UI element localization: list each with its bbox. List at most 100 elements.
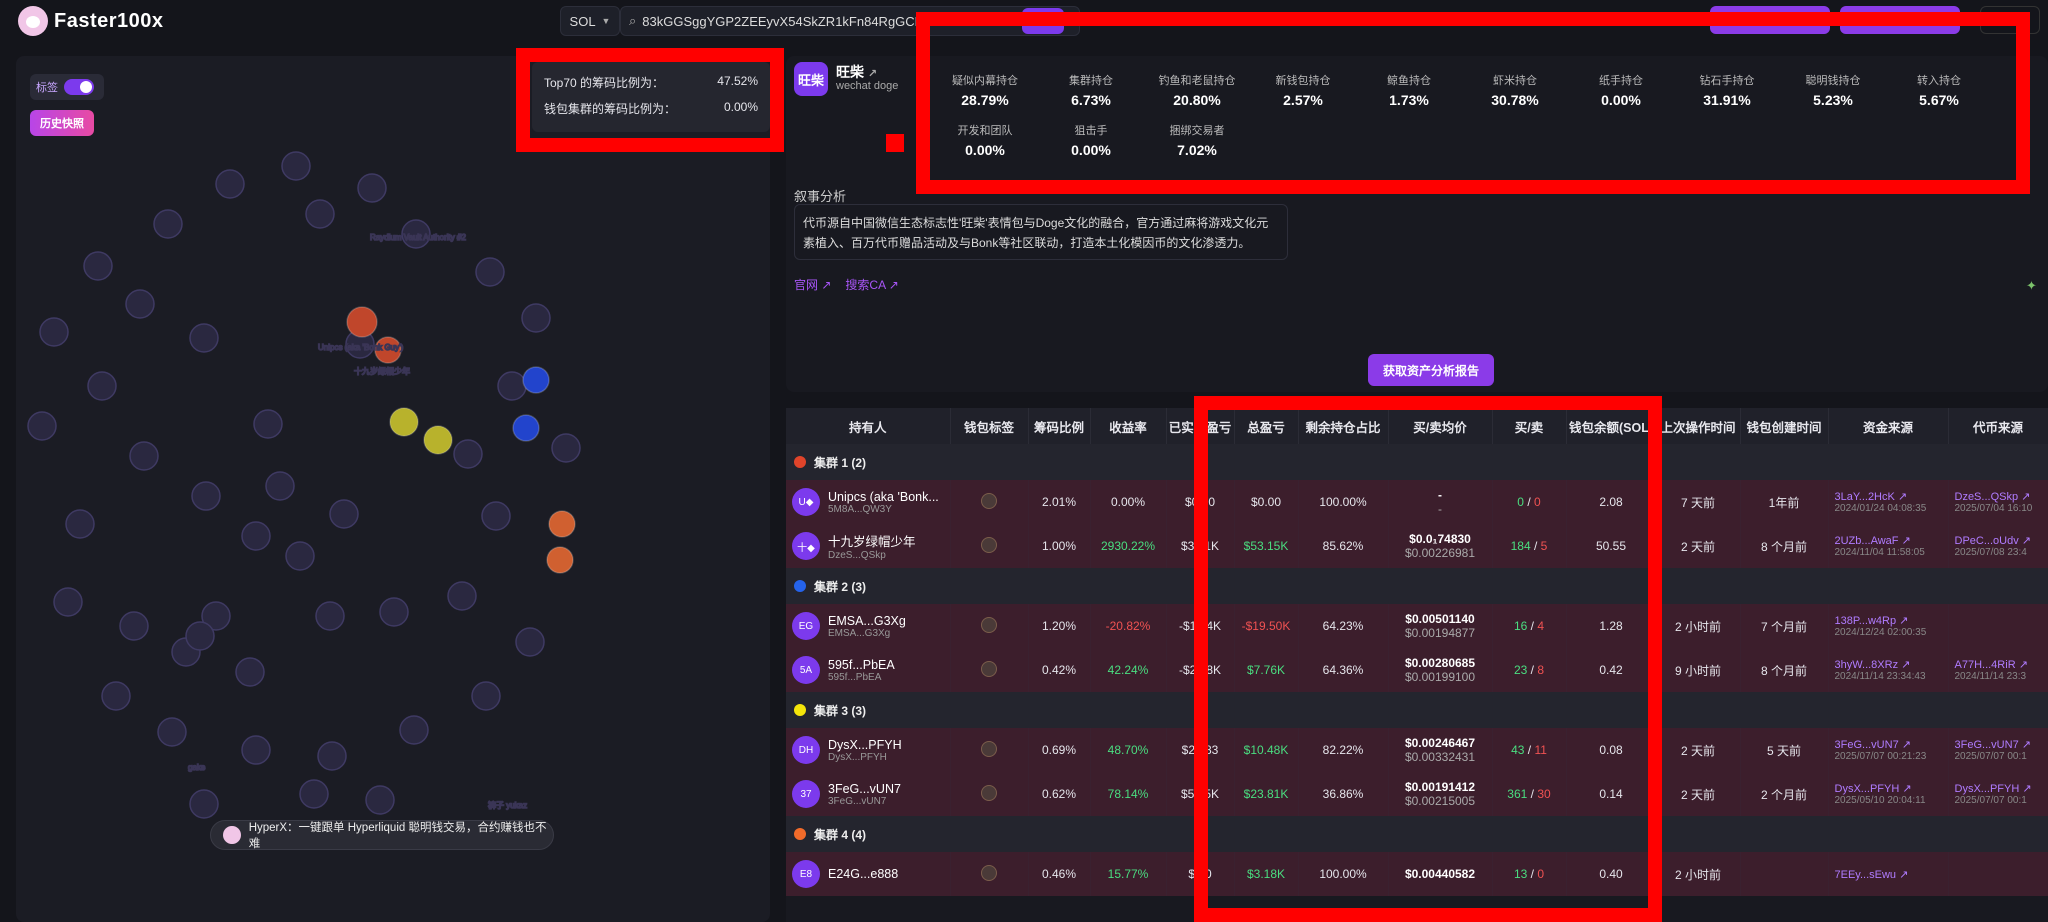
holder-name[interactable]: 3FeG...vUN7 [828, 782, 901, 796]
wallet-tag-icon [981, 616, 997, 633]
label-toggle[interactable]: 标签 [30, 74, 104, 100]
wallet-bubble[interactable] [521, 303, 551, 333]
cluster-bubble[interactable] [423, 425, 453, 455]
holder-avatar: E8 [792, 860, 820, 888]
wallet-bubble[interactable] [241, 735, 271, 765]
wallet-bubble[interactable] [39, 317, 69, 347]
hyperx-logo-icon [223, 826, 241, 844]
column-header[interactable]: 筹码比例 [1028, 408, 1091, 444]
wallet-bubble[interactable] [191, 481, 221, 511]
wallet-bubble[interactable] [365, 785, 395, 815]
holder-name[interactable]: 十九岁绿帽少年 [828, 531, 916, 550]
search-ca-link[interactable]: 搜索CA ↗ [845, 276, 898, 293]
wallet-bubble[interactable] [317, 741, 347, 771]
wallet-bubble[interactable] [83, 251, 113, 281]
column-header[interactable]: 上次操作时间 [1656, 408, 1741, 444]
chip-ratio-cell: 0.46% [1028, 852, 1091, 896]
wallet-bubble[interactable] [265, 471, 295, 501]
cluster-bubble[interactable] [512, 414, 540, 442]
cluster-bubble[interactable] [546, 546, 574, 574]
holder-address[interactable]: DysX...PFYH [828, 752, 902, 763]
history-snapshot-button[interactable]: 历史快照 [30, 110, 94, 136]
roi-cell: 0.00% [1090, 480, 1167, 524]
wallet-bubble[interactable] [379, 597, 409, 627]
wallet-tag-icon [981, 864, 997, 881]
cluster-bubble[interactable] [522, 366, 550, 394]
wallet-bubble[interactable] [315, 601, 345, 631]
wallet-bubble[interactable] [27, 411, 57, 441]
wallet-bubble[interactable] [299, 779, 329, 809]
token-source-cell: DysX...PFYH ↗ 2025/07/07 00:1 [1948, 772, 2048, 816]
wallet-bubble[interactable] [481, 501, 511, 531]
external-link-icon[interactable]: ↗ [868, 68, 877, 80]
wallet-bubble[interactable] [235, 657, 265, 687]
wallet-bubble[interactable] [399, 715, 429, 745]
token-subtitle: wechat doge [836, 80, 899, 92]
wallet-bubble[interactable] [241, 521, 271, 551]
wallet-bubble[interactable] [87, 371, 117, 401]
wallet-bubble[interactable] [129, 441, 159, 471]
toggle-switch[interactable] [64, 79, 94, 95]
chain-select[interactable]: SOL ▼ [560, 6, 620, 36]
search-query: 83kGGSggYGP2ZEEyvX54SkZR1kFn84RgGCDy [642, 13, 931, 29]
wallet-bubble[interactable] [185, 621, 215, 651]
wallet-bubble[interactable] [447, 581, 477, 611]
holder-avatar: 5A [792, 656, 820, 684]
wallet-bubble[interactable] [475, 257, 505, 287]
wallet-bubble[interactable] [157, 717, 187, 747]
last-action-cell: 2 天前 [1656, 772, 1741, 816]
narrative-text: 代币源自中国微信生态标志性'旺柴'表情包与Doge文化的融合，官方通过麻将游戏文… [794, 204, 1288, 260]
cluster-bubble[interactable] [548, 510, 576, 538]
column-header[interactable]: 代币来源 [1948, 408, 2048, 444]
holder-name[interactable]: 595f...PbEA [828, 658, 895, 672]
wallet-bubble[interactable] [253, 409, 283, 439]
token-source-cell: DzeS...QSkp ↗ 2025/07/04 16:10 [1948, 480, 2048, 524]
chip-ratio-cell: 1.00% [1028, 524, 1091, 568]
column-header[interactable]: 收益率 [1090, 408, 1167, 444]
wallet-bubble[interactable] [515, 627, 545, 657]
wallet-bubble[interactable] [471, 681, 501, 711]
cluster-color-dot [794, 703, 806, 716]
column-header[interactable]: 钱包标签 [950, 408, 1029, 444]
wallet-bubble[interactable] [125, 289, 155, 319]
asset-report-button[interactable]: 获取资产分析报告 [1368, 354, 1494, 386]
holder-name[interactable]: DysX...PFYH [828, 738, 902, 752]
wallet-bubble[interactable] [329, 499, 359, 529]
holder-avatar: 十◆ [792, 532, 820, 560]
holder-name[interactable]: EMSA...G3Xg [828, 614, 906, 628]
holder-address[interactable]: 3FeG...vUN7 [828, 796, 901, 807]
wallet-bubble[interactable] [189, 323, 219, 353]
wallet-bubble[interactable] [65, 509, 95, 539]
bubble-map[interactable]: Raydium Vault Authority #2 Unipcs (aka 'B… [16, 56, 770, 922]
wallet-bubble[interactable] [53, 587, 83, 617]
official-site-link[interactable]: 官网 ↗ [794, 276, 831, 293]
holder-address[interactable]: DzeS...QSkp [828, 550, 916, 561]
roi-cell: 2930.22% [1090, 524, 1167, 568]
app-logo[interactable]: Faster100x [18, 6, 164, 36]
column-header[interactable]: 资金来源 [1828, 408, 1949, 444]
cluster-bubble[interactable] [389, 407, 419, 437]
created-cell: 2 个月前 [1740, 772, 1829, 816]
wallet-bubble[interactable] [285, 541, 315, 571]
holder-name[interactable]: E24G...e888 [828, 867, 898, 881]
wallet-bubble[interactable] [453, 439, 483, 469]
wallet-bubble[interactable] [119, 611, 149, 641]
column-header[interactable]: 持有人 [786, 408, 951, 444]
holder-address[interactable]: EMSA...G3Xg [828, 628, 906, 639]
wallet-bubble[interactable] [497, 371, 527, 401]
fund-source-cell: 138P...w4Rp ↗ 2024/12/24 02:00:35 [1828, 604, 1949, 648]
wallet-bubble[interactable] [101, 681, 131, 711]
column-header[interactable]: 钱包创建时间 [1740, 408, 1829, 444]
wallet-bubble[interactable] [551, 433, 581, 463]
wallet-bubble[interactable] [305, 199, 335, 229]
holder-address[interactable]: 595f...PbEA [828, 672, 895, 683]
holder-name[interactable]: Unipcs (aka 'Bonk... [828, 490, 939, 504]
wallet-bubble[interactable] [357, 173, 387, 203]
wallet-bubble[interactable] [281, 151, 311, 181]
hyperx-banner[interactable]: HyperX：一键跟单 Hyperliquid 聪明钱交易，合约赚钱也不难 [210, 820, 554, 850]
wallet-bubble[interactable] [215, 169, 245, 199]
holder-address[interactable]: 5M8A...QW3Y [828, 504, 939, 515]
wallet-bubble[interactable] [153, 209, 183, 239]
cluster-bubble[interactable] [346, 306, 378, 338]
wallet-bubble[interactable] [189, 789, 219, 819]
